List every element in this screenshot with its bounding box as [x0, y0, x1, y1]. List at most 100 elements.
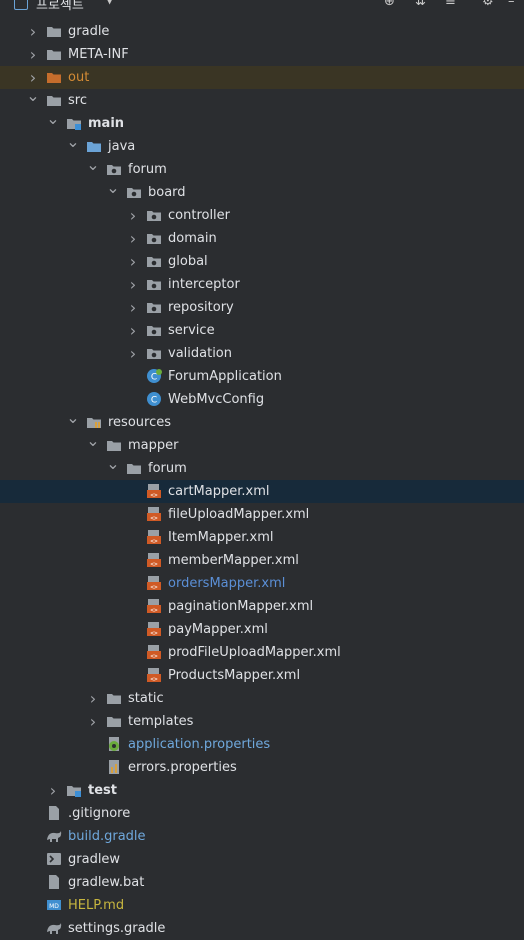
chevron-down-icon[interactable]: ⌄: [106, 180, 120, 204]
tree-item[interactable]: <> fileUploadMapper.xml: [0, 503, 524, 526]
tree-item[interactable]: ⌄ forum: [0, 157, 524, 181]
tree-item[interactable]: <> memberMapper.xml: [0, 549, 524, 572]
chevron-right-icon[interactable]: ›: [126, 250, 140, 273]
chevron-right-icon[interactable]: ›: [126, 227, 140, 250]
chevron-down-icon[interactable]: ⌄: [86, 433, 100, 457]
project-title[interactable]: 프로젝트: [36, 0, 84, 13]
tree-item-label: controller: [168, 208, 231, 223]
collapse-all-icon[interactable]: ⇊: [415, 0, 426, 9]
chevron-right-icon[interactable]: ›: [86, 710, 100, 733]
folder-icon: [46, 94, 62, 107]
tree-item[interactable]: errors.properties: [0, 756, 524, 779]
chevron-down-icon[interactable]: ⌄: [66, 134, 80, 158]
tree-item[interactable]: › test: [0, 779, 524, 802]
tree-item[interactable]: › templates: [0, 710, 524, 733]
tree-item[interactable]: build.gradle: [0, 825, 524, 848]
tree-item[interactable]: › controller: [0, 204, 524, 227]
tree-item-label: service: [168, 323, 215, 338]
tree-item[interactable]: ⌄ board: [0, 180, 524, 204]
tree-item[interactable]: <> ItemMapper.xml: [0, 526, 524, 549]
target-icon[interactable]: ⊕: [384, 0, 395, 9]
file-icon: [46, 874, 62, 890]
expand-icon[interactable]: ≡: [445, 0, 456, 9]
svg-text:C: C: [151, 373, 157, 383]
tree-item[interactable]: ⌄ mapper: [0, 433, 524, 457]
chevron-down-icon[interactable]: ⌄: [86, 157, 100, 181]
chevron-down-icon[interactable]: ▼: [105, 0, 114, 6]
svg-text:<>: <>: [150, 538, 158, 545]
tree-item-label: global: [168, 254, 208, 269]
chevron-right-icon[interactable]: ›: [26, 43, 40, 66]
xml-file-icon: <>: [146, 667, 162, 683]
tree-item-label: settings.gradle: [68, 921, 166, 936]
markdown-icon: MD: [46, 897, 62, 913]
tree-item[interactable]: › gradle: [0, 20, 524, 43]
chevron-right-icon[interactable]: ›: [26, 20, 40, 43]
tree-item-label: src: [68, 93, 87, 108]
svg-text:<>: <>: [150, 561, 158, 568]
tree-item[interactable]: <> prodFileUploadMapper.xml: [0, 641, 524, 664]
gear-icon[interactable]: ⚙: [482, 0, 494, 9]
tree-item-label: .gitignore: [68, 806, 131, 821]
file-icon: [46, 805, 62, 821]
tree-item[interactable]: › META-INF: [0, 43, 524, 66]
tree-item[interactable]: <> paginationMapper.xml: [0, 595, 524, 618]
tree-item[interactable]: ⌄ src: [0, 88, 524, 112]
tree-item-label: ProductsMapper.xml: [168, 668, 301, 683]
folder-icon: [126, 462, 142, 475]
tree-item[interactable]: .gitignore: [0, 802, 524, 825]
package-icon: [146, 324, 162, 337]
tree-item[interactable]: › validation: [0, 342, 524, 365]
tree-item[interactable]: MD HELP.md: [0, 894, 524, 917]
xml-file-icon: <>: [146, 552, 162, 568]
xml-file-icon: <>: [146, 529, 162, 545]
tree-item[interactable]: › interceptor: [0, 273, 524, 296]
tree-item-label: build.gradle: [68, 829, 146, 844]
chevron-down-icon[interactable]: ⌄: [106, 456, 120, 480]
tree-item-label: META-INF: [68, 47, 129, 62]
tree-item-label: static: [128, 691, 164, 706]
tree-item[interactable]: <> ordersMapper.xml: [0, 572, 524, 595]
chevron-down-icon[interactable]: ⌄: [26, 88, 40, 112]
folder-icon: [46, 25, 62, 38]
folder-icon: [106, 715, 122, 728]
xml-file-icon: <>: [146, 598, 162, 614]
chevron-down-icon[interactable]: ⌄: [46, 111, 60, 135]
xml-file-icon: <>: [146, 644, 162, 660]
tree-item[interactable]: › repository: [0, 296, 524, 319]
chevron-right-icon[interactable]: ›: [126, 319, 140, 342]
svg-text:<>: <>: [150, 653, 158, 660]
tree-item[interactable]: ⌄ forum: [0, 456, 524, 480]
tree-item[interactable]: › static: [0, 687, 524, 710]
chevron-right-icon[interactable]: ›: [46, 779, 60, 802]
tree-item[interactable]: C ForumApplication: [0, 365, 524, 388]
tree-item[interactable]: <> ProductsMapper.xml: [0, 664, 524, 687]
chevron-right-icon[interactable]: ›: [126, 204, 140, 227]
tree-item[interactable]: ⌄ resources: [0, 410, 524, 434]
tree-item-label: templates: [128, 714, 194, 729]
chevron-right-icon[interactable]: ›: [126, 296, 140, 319]
tree-item[interactable]: › service: [0, 319, 524, 342]
tree-item[interactable]: › global: [0, 250, 524, 273]
tree-item[interactable]: ⌄ java: [0, 134, 524, 158]
chevron-right-icon[interactable]: ›: [126, 273, 140, 296]
folder-icon: [46, 48, 62, 61]
chevron-right-icon[interactable]: ›: [126, 342, 140, 365]
tree-item[interactable]: › out: [0, 66, 524, 89]
chevron-down-icon[interactable]: ⌄: [66, 410, 80, 434]
tree-item[interactable]: gradlew: [0, 848, 524, 871]
chevron-right-icon[interactable]: ›: [86, 687, 100, 710]
tree-item[interactable]: application.properties: [0, 733, 524, 756]
tree-item[interactable]: <> payMapper.xml: [0, 618, 524, 641]
tree-item-label: mapper: [128, 438, 179, 453]
minimize-icon[interactable]: –: [508, 0, 515, 9]
tree-item[interactable]: <> cartMapper.xml: [0, 480, 524, 503]
tree-item-label: memberMapper.xml: [168, 553, 299, 568]
tree-item-label: resources: [108, 415, 172, 430]
svg-text:<>: <>: [150, 607, 158, 614]
tree-item[interactable]: › domain: [0, 227, 524, 250]
tree-item[interactable]: gradlew.bat: [0, 871, 524, 894]
tree-item[interactable]: settings.gradle: [0, 917, 524, 940]
xml-file-icon: <>: [146, 621, 162, 637]
tree-item-label: paginationMapper.xml: [168, 599, 314, 614]
